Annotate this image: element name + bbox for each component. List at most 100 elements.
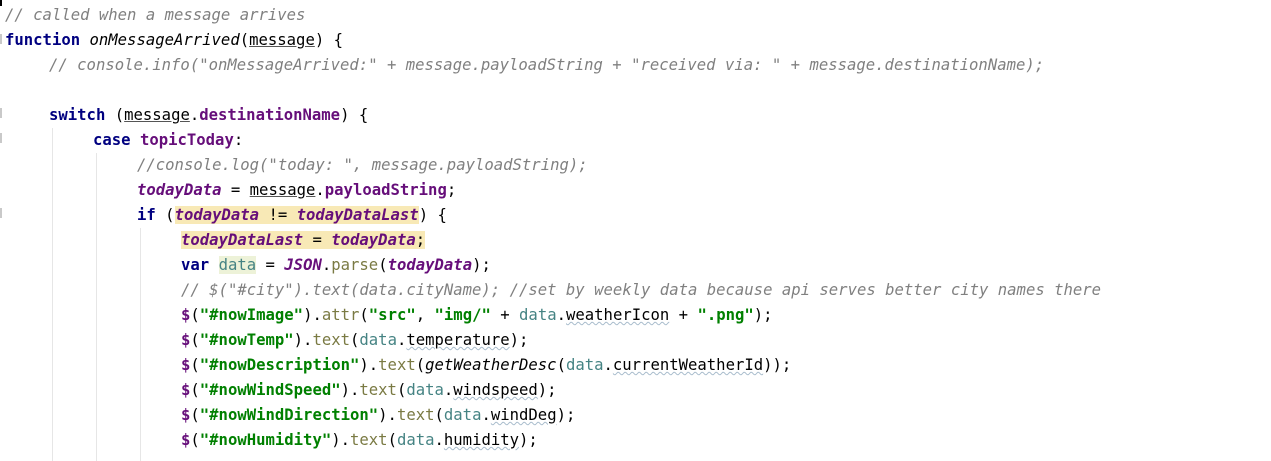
- dot: .: [443, 381, 454, 399]
- local-variable: data: [359, 331, 397, 349]
- indent-guide: [52, 128, 53, 461]
- string: ".png": [697, 306, 754, 324]
- fold-marker[interactable]: [0, 208, 2, 218]
- property: temperature: [406, 331, 510, 349]
- paren: ).: [359, 356, 379, 374]
- paren: ).: [293, 331, 313, 349]
- method: attr: [321, 306, 360, 324]
- string: "#nowImage": [199, 306, 304, 324]
- property: weatherIcon: [566, 306, 670, 324]
- indent-guide: [140, 228, 141, 461]
- paren: (: [190, 356, 200, 374]
- keyword: function: [5, 31, 81, 49]
- code-line[interactable]: $("#nowWindDirection").text(data.windDeg…: [181, 403, 575, 428]
- code-editor[interactable]: // called when a message arrives functio…: [0, 0, 1271, 461]
- global-variable: todayData: [387, 256, 473, 274]
- fold-marker[interactable]: [0, 108, 2, 118]
- paren: (: [190, 381, 200, 399]
- jquery-dollar: $: [181, 381, 191, 399]
- method: text: [350, 431, 388, 449]
- jquery-dollar: $: [181, 331, 191, 349]
- semicolon: ;: [415, 231, 426, 249]
- dot: .: [556, 306, 566, 324]
- code-line[interactable]: var data = JSON.parse(todayData);: [181, 253, 491, 278]
- fold-marker[interactable]: [0, 133, 2, 143]
- global-variable: todayData: [137, 181, 222, 199]
- colon: :: [233, 131, 244, 149]
- operator: =: [303, 231, 332, 249]
- code-line[interactable]: // called when a message arrives: [5, 3, 305, 28]
- operator: +: [669, 306, 698, 324]
- code-line[interactable]: function onMessageArrived(message) {: [5, 28, 343, 53]
- property: destinationName: [199, 106, 341, 124]
- keyword: var: [181, 256, 210, 274]
- code-line[interactable]: todayDataLast = todayData;: [181, 228, 426, 253]
- code-line[interactable]: $("#nowImage").attr("src", "img/" + data…: [181, 303, 773, 328]
- operator: =: [221, 181, 250, 199]
- dot: .: [321, 256, 332, 274]
- local-variable: data: [443, 406, 482, 424]
- paren: (: [396, 381, 407, 399]
- indent-guide: [96, 153, 97, 461]
- dot: .: [396, 331, 407, 349]
- paren: );: [472, 256, 491, 274]
- parameter: message: [249, 181, 316, 199]
- comma: ,: [415, 306, 435, 324]
- parameter: message: [124, 106, 190, 124]
- dot: .: [603, 356, 613, 374]
- operator: +: [490, 306, 520, 324]
- dot: .: [434, 431, 444, 449]
- code-line[interactable]: $("#nowHumidity").text(data.humidity);: [181, 428, 538, 453]
- global-variable: todayDataLast: [181, 231, 304, 249]
- fold-marker[interactable]: [0, 34, 2, 44]
- paren: (: [359, 306, 369, 324]
- paren: );: [753, 306, 773, 324]
- method: text: [312, 331, 351, 349]
- property: windspeed: [453, 381, 538, 399]
- jquery-dollar: $: [181, 356, 191, 374]
- code-line[interactable]: // console.info("onMessageArrived:" + me…: [49, 53, 1044, 78]
- code-line[interactable]: if (todayData != todayDataLast) {: [137, 203, 447, 228]
- code-line[interactable]: //console.log("today: ", message.payload…: [137, 153, 588, 178]
- string: "src": [368, 306, 416, 324]
- parameter: message: [249, 31, 315, 49]
- code-line[interactable]: // $("#city").text(data.cityName); //set…: [181, 278, 1101, 303]
- code-line[interactable]: $("#nowWindSpeed").text(data.windspeed);: [181, 378, 557, 403]
- method: text: [359, 381, 397, 399]
- string: "img/": [434, 306, 491, 324]
- paren: ) {: [314, 31, 343, 49]
- dot: .: [315, 181, 325, 199]
- local-variable: data: [396, 431, 435, 449]
- paren: (: [190, 406, 200, 424]
- paren: (: [239, 31, 250, 49]
- comment: // called when a message arrives: [5, 6, 306, 24]
- code-line[interactable]: todayData = message.payloadString;: [137, 178, 456, 203]
- paren: (: [556, 356, 566, 374]
- method: parse: [331, 256, 379, 274]
- paren: (: [190, 306, 200, 324]
- paren: ));: [763, 356, 792, 374]
- code-line[interactable]: switch (message.destinationName) {: [49, 103, 368, 128]
- operator: !=: [259, 206, 297, 224]
- paren: );: [509, 331, 529, 349]
- property: currentWeatherId: [612, 356, 764, 374]
- text-caret: [0, 0, 2, 6]
- comment: // console.info("onMessageArrived:" + me…: [49, 56, 1045, 74]
- code-line[interactable]: case topicToday:: [93, 128, 243, 153]
- comment: //console.log("today: ", message.payload…: [137, 156, 588, 174]
- local-variable: data: [406, 381, 444, 399]
- paren: );: [519, 431, 538, 449]
- property: windDeg: [490, 406, 557, 424]
- paren: ) {: [340, 106, 369, 124]
- paren: (: [387, 431, 397, 449]
- paren: (: [350, 331, 360, 349]
- local-variable: data: [218, 256, 257, 274]
- function-name: onMessageArrived: [89, 31, 240, 49]
- global-object: JSON: [284, 256, 322, 274]
- paren: );: [556, 406, 576, 424]
- code-line[interactable]: $("#nowDescription").text(getWeatherDesc…: [181, 353, 791, 378]
- code-line[interactable]: $("#nowTemp").text(data.temperature);: [181, 328, 528, 353]
- property: payloadString: [324, 181, 447, 199]
- global-variable: todayData: [174, 206, 260, 224]
